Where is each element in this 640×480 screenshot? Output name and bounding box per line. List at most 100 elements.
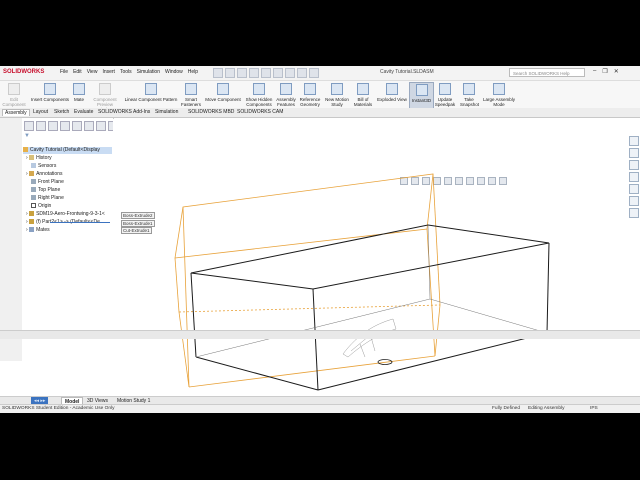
open-icon[interactable] (237, 68, 247, 78)
linear-pattern-button[interactable]: Linear Component Pattern (122, 82, 180, 111)
graphics-area[interactable] (113, 119, 628, 412)
feature-manager-tabs (24, 121, 118, 131)
tree-item-frontwing-part[interactable]: › SDM19-Aero-Frontwing-9-3-1< (26, 211, 105, 218)
tree-rollback-bar[interactable] (50, 222, 110, 223)
status-units[interactable]: IPS (590, 406, 598, 411)
cam-operation-tree-icon[interactable] (96, 121, 106, 131)
solidworks-logo: SOLIDWORKS (3, 69, 45, 75)
options-icon[interactable] (309, 68, 319, 78)
exploded-view-button[interactable]: Exploded View (377, 82, 407, 111)
tree-item-right-plane[interactable]: Right Plane (31, 195, 64, 202)
edit-component-icon (8, 83, 20, 95)
status-mode: Editing Assembly (528, 406, 565, 411)
new-document-icon[interactable] (225, 68, 235, 78)
undo-icon[interactable] (273, 68, 283, 78)
tree-item-annotations[interactable]: › Annotations (26, 171, 62, 178)
boss-extrude-box[interactable] (174, 173, 441, 388)
file-explorer-icon[interactable] (629, 160, 639, 170)
insert-components-button[interactable]: Insert Components (28, 82, 72, 111)
window-title: Cavity Tutorial.SLDASM (380, 69, 434, 75)
tree-item-sensors[interactable]: Sensors (31, 163, 56, 170)
bill-of-materials-button[interactable]: Bill of Materials (352, 82, 374, 111)
print-icon[interactable] (261, 68, 271, 78)
save-icon[interactable] (249, 68, 259, 78)
frontwing-part[interactable] (342, 318, 397, 365)
design-library-icon[interactable] (629, 148, 639, 158)
tab-cam[interactable]: SOLIDWORKS CAM (237, 109, 283, 115)
show-hidden-button[interactable]: Show Hidden Components (244, 82, 274, 111)
display-manager-icon[interactable] (72, 121, 82, 131)
tree-root-assembly[interactable]: Cavity Tutorial (Default<Display (23, 147, 112, 154)
configuration-manager-icon[interactable] (48, 121, 58, 131)
status-edition: SOLIDWORKS Student Edition - Academic Us… (2, 406, 115, 411)
tree-item-top-plane[interactable]: Top Plane (31, 187, 60, 194)
minimize-button[interactable]: – (593, 68, 596, 75)
assembly-icon (23, 147, 28, 152)
cam-feature-tree-icon[interactable] (84, 121, 94, 131)
folder-icon (29, 155, 35, 160)
tree-item-mates[interactable]: › Mates (26, 227, 50, 234)
menu-help[interactable]: Help (188, 69, 198, 75)
feature-manager-panel: ▼ Cavity Tutorial (Default<Display › His… (22, 118, 118, 396)
show-hidden-icon (253, 83, 265, 95)
snapshot-icon (463, 83, 475, 95)
insert-components-icon (44, 83, 56, 95)
forum-icon[interactable] (629, 208, 639, 218)
appearances-icon[interactable] (629, 184, 639, 194)
take-snapshot-button[interactable]: Take Snapshot (460, 82, 479, 111)
new-motion-study-button[interactable]: New Motion Study (325, 82, 349, 111)
tab-mbd[interactable]: SOLIDWORKS MBD (188, 109, 234, 115)
window-controls: – ❐ ✕ (593, 68, 619, 75)
menu-edit[interactable]: Edit (73, 69, 82, 75)
tree-item-origin[interactable]: Origin (31, 203, 51, 210)
custom-properties-icon[interactable] (629, 196, 639, 206)
update-speedpak-button[interactable]: Update Speedpak (434, 82, 456, 111)
callout-boss-extrude2[interactable]: Boss-Extrude2 (121, 212, 155, 219)
menu-file[interactable]: File (60, 69, 68, 75)
tab-simulation[interactable]: Simulation (155, 109, 178, 115)
view-palette-icon[interactable] (629, 172, 639, 182)
move-component-button[interactable]: Move Component (203, 82, 243, 111)
component-preview-button[interactable]: Component Preview Window (89, 82, 121, 112)
search-help-input[interactable]: Search SOLIDWORKS Help (509, 68, 585, 77)
menu-tools[interactable]: Tools (120, 69, 132, 75)
solidworks-window: SOLIDWORKS File Edit View Insert Tools S… (0, 66, 640, 412)
select-icon[interactable] (285, 68, 295, 78)
solidworks-resources-icon[interactable] (629, 136, 639, 146)
feature-tree-icon[interactable] (24, 121, 34, 131)
command-tabs: Assembly Layout Sketch Evaluate SOLIDWOR… (0, 108, 640, 118)
menu-simulation[interactable]: Simulation (137, 69, 160, 75)
edit-component-button[interactable]: Edit Component (2, 82, 26, 111)
menu-insert[interactable]: Insert (102, 69, 115, 75)
tree-item-history[interactable]: › History (26, 155, 52, 162)
restore-button[interactable]: ❐ (602, 68, 607, 75)
motion-study-icon (331, 83, 343, 95)
plane-icon (31, 187, 36, 192)
home-icon[interactable] (213, 68, 223, 78)
large-assembly-mode-button[interactable]: Large Assembly Mode (481, 82, 517, 111)
plane-icon (31, 179, 36, 184)
property-manager-icon[interactable] (36, 121, 46, 131)
tab-addins[interactable]: SOLIDWORKS Add-Ins (98, 109, 150, 115)
menu-view[interactable]: View (87, 69, 98, 75)
bom-icon (357, 83, 369, 95)
rebuild-icon[interactable] (297, 68, 307, 78)
tab-evaluate[interactable]: Evaluate (74, 109, 93, 115)
assembly-features-button[interactable]: Assembly Features (275, 82, 297, 111)
tab-layout[interactable]: Layout (33, 109, 48, 115)
assembly-features-icon (280, 83, 292, 95)
tab-assembly[interactable]: Assembly (2, 109, 30, 116)
tab-sketch[interactable]: Sketch (54, 109, 69, 115)
callout-boss-extrude1[interactable]: Boss-Extrude1 (121, 220, 155, 227)
reference-geometry-button[interactable]: Reference Geometry (298, 82, 322, 111)
annotation-icon (29, 171, 35, 176)
tree-item-front-plane[interactable]: Front Plane (31, 179, 64, 186)
bottom-tabs-wrapper (0, 330, 640, 339)
callout-cut-extrude1[interactable]: Cut-Extrude1 (121, 227, 152, 234)
mate-button[interactable]: Mate (72, 82, 86, 111)
menu-window[interactable]: Window (165, 69, 183, 75)
dimxpert-icon[interactable] (60, 121, 70, 131)
filter-icon[interactable]: ▼ (24, 133, 30, 140)
smart-fasteners-button[interactable]: Smart Fasteners (181, 82, 201, 111)
close-button[interactable]: ✕ (614, 68, 619, 75)
